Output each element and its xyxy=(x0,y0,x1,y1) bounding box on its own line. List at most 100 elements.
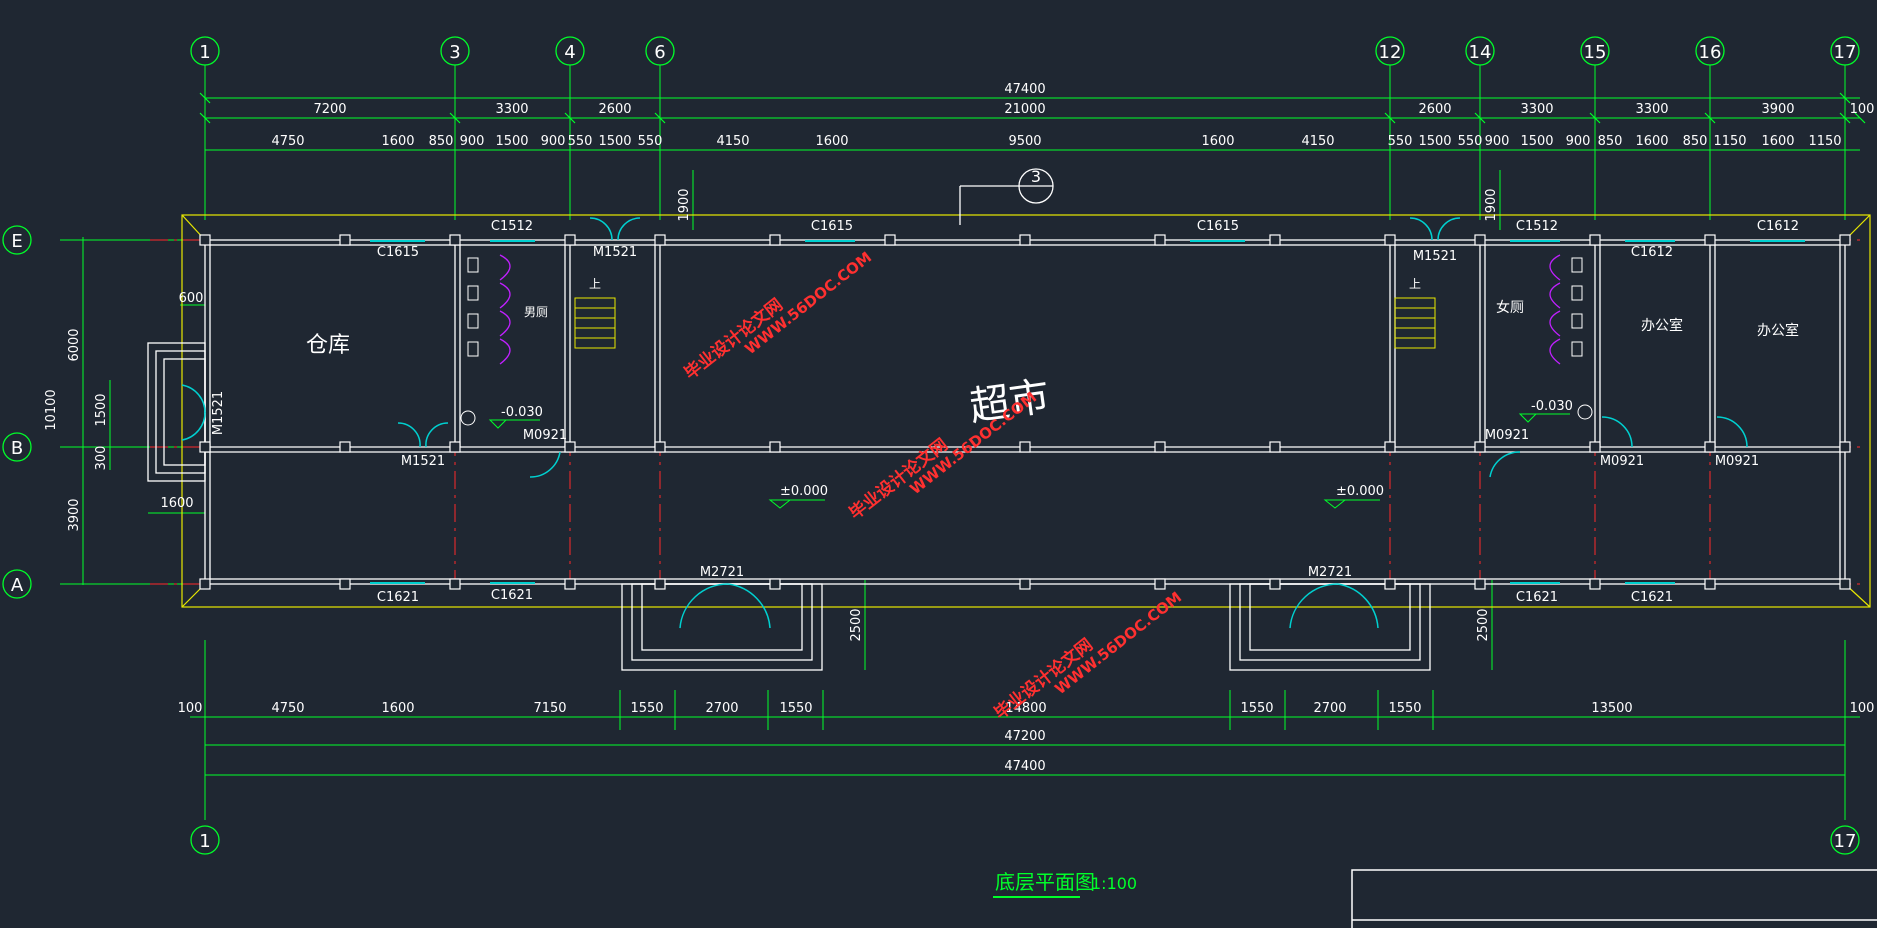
dim-label: 7150 xyxy=(533,701,566,716)
dim-label: 300 xyxy=(94,446,109,471)
door-label: M1521 xyxy=(1413,249,1457,264)
dim-label: 2700 xyxy=(705,701,738,716)
dim-label: 1500 xyxy=(495,134,528,149)
window-label: C1621 xyxy=(1516,590,1558,605)
drawing-title: 底层平面图 xyxy=(995,870,1095,894)
stairs xyxy=(574,297,1436,349)
dim-label: 2600 xyxy=(598,102,631,117)
door-label: M0921 xyxy=(1600,454,1644,469)
dim-label: 900 xyxy=(1566,134,1591,149)
dim-label: 900 xyxy=(541,134,566,149)
dim-label: 4750 xyxy=(271,701,304,716)
dim-label: 1600 xyxy=(1761,134,1794,149)
dim-label: 2500 xyxy=(849,608,864,641)
dim-label: 1600 xyxy=(1635,134,1668,149)
window-label: C1621 xyxy=(377,590,419,605)
dim-label: 1550 xyxy=(779,701,812,716)
dim-label: 850 xyxy=(1683,134,1708,149)
dim-label: 10100 xyxy=(44,389,59,430)
dim-label: 900 xyxy=(1485,134,1510,149)
grid-col-label: 16 xyxy=(1699,42,1722,63)
grid-col-label: 14 xyxy=(1469,42,1492,63)
dim-label: 2700 xyxy=(1313,701,1346,716)
watermark: 毕业设计论文网 WWW.56DOC.COM 毕业设计论文网 WWW.56DOC.… xyxy=(680,248,1185,724)
title-block xyxy=(1351,869,1877,928)
window-label: C1512 xyxy=(491,219,533,234)
dim-label: 1500 xyxy=(94,393,109,426)
drawing-scale: 1:100 xyxy=(1091,874,1137,893)
grid-col-label: 17 xyxy=(1834,42,1857,63)
level-label: -0.030 xyxy=(501,405,543,420)
dim-label: 1150 xyxy=(1713,134,1746,149)
dim-label: 550 xyxy=(568,134,593,149)
door-label: M0921 xyxy=(1715,454,1759,469)
stair-up-label: 上 xyxy=(1409,277,1421,291)
dim-label: 7200 xyxy=(313,102,346,117)
window-label: C1615 xyxy=(811,219,853,234)
dim-label: 4150 xyxy=(1301,134,1334,149)
door-label: M2721 xyxy=(700,565,744,580)
dim-label: 4150 xyxy=(716,134,749,149)
dim-label: 100 xyxy=(1850,102,1875,117)
room-office: 办公室 xyxy=(1757,322,1799,339)
dim-label: 850 xyxy=(429,134,454,149)
dim-label: 47200 xyxy=(1004,729,1045,744)
door-label: M0921 xyxy=(1485,428,1529,443)
dim-label: 1500 xyxy=(1418,134,1451,149)
dim-label: 550 xyxy=(1458,134,1483,149)
door-label: M0921 xyxy=(523,428,567,443)
dim-label: 600 xyxy=(179,291,204,306)
dim-label: 550 xyxy=(638,134,663,149)
dim-label: 1600 xyxy=(815,134,848,149)
grid-col-label: 17 xyxy=(1834,831,1857,852)
grid-col-label: 6 xyxy=(654,42,665,63)
dim-label: 1550 xyxy=(1240,701,1273,716)
dim-label: 13500 xyxy=(1591,701,1632,716)
dim-label: 47400 xyxy=(1004,759,1045,774)
level-label: ±0.000 xyxy=(1336,484,1384,499)
grid-row-label: E xyxy=(11,231,22,252)
dim-label: 3300 xyxy=(495,102,528,117)
stair-up-label: 上 xyxy=(589,277,601,291)
window-label: C1612 xyxy=(1757,219,1799,234)
dim-label: 1500 xyxy=(598,134,631,149)
window-label: C1621 xyxy=(491,588,533,603)
watermark-en: WWW.56DOC.COM xyxy=(741,248,875,358)
grid-col-label: 1 xyxy=(199,42,210,63)
grid-row-label: B xyxy=(11,438,23,459)
dim-label: 21000 xyxy=(1004,102,1045,117)
window-label: C1512 xyxy=(1516,219,1558,234)
dim-label: 850 xyxy=(1598,134,1623,149)
dim-label: 900 xyxy=(460,134,485,149)
room-office: 办公室 xyxy=(1641,317,1683,334)
watermark-en: WWW.56DOC.COM xyxy=(1051,588,1185,698)
door-label: M1521 xyxy=(593,245,637,260)
dim-label: 100 xyxy=(1850,701,1875,716)
level-markers xyxy=(488,413,1570,509)
dim-label: 1900 xyxy=(677,188,692,221)
dim-label: 3900 xyxy=(1761,102,1794,117)
grid-row-label: A xyxy=(11,575,24,596)
grid-col-label: 12 xyxy=(1379,42,1402,63)
dim-label: 3300 xyxy=(1520,102,1553,117)
dim-label: 100 xyxy=(178,701,203,716)
dim-label: 6000 xyxy=(67,328,82,361)
dim-label: 1150 xyxy=(1808,134,1841,149)
dim-label: 1900 xyxy=(1484,188,1499,221)
window-label: C1612 xyxy=(1631,245,1673,260)
level-label: ±0.000 xyxy=(780,484,828,499)
window-label: C1615 xyxy=(1197,219,1239,234)
door-label: M2721 xyxy=(1308,565,1352,580)
dim-label: 1550 xyxy=(630,701,663,716)
door-label: M1521 xyxy=(401,454,445,469)
room-mens-wc: 男厕 xyxy=(524,305,548,319)
level-label: -0.030 xyxy=(1531,399,1573,414)
section-mark-number: 3 xyxy=(1031,167,1041,186)
dim-label: 1600 xyxy=(160,496,193,511)
dim-label: 2500 xyxy=(1476,608,1491,641)
grid-col-label: 3 xyxy=(449,42,460,63)
windows xyxy=(370,240,1805,584)
floor-plan-drawing: 1 3 4 6 12 14 15 16 17 1 17 E B A 47400 … xyxy=(2,36,1877,928)
door-swings xyxy=(181,217,1748,629)
dim-label: 1600 xyxy=(381,134,414,149)
